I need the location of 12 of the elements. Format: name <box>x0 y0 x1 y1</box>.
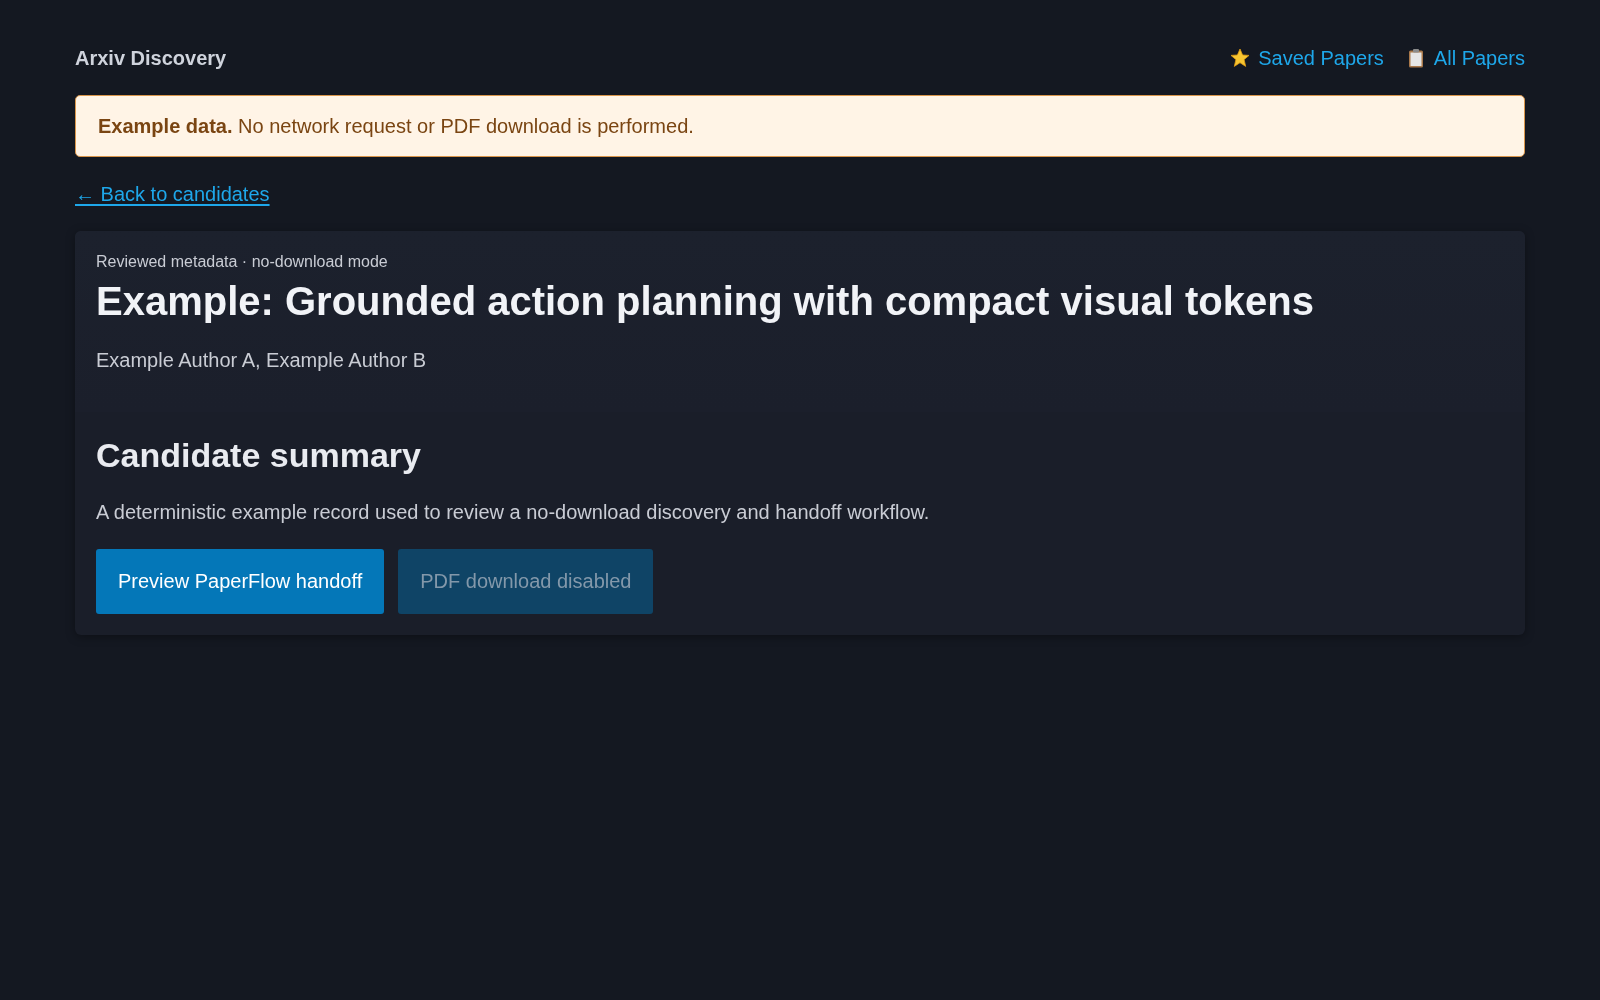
authors-text: Example Author A, Example Author B <box>96 348 428 373</box>
nav-link[interactable]: Saved Papers <box>1230 46 1384 70</box>
notice-text: Example data. No network request or PDF download is performed. <box>98 114 694 138</box>
star-icon <box>1230 48 1251 68</box>
app-title: Arxiv Discovery <box>75 46 227 70</box>
nav-link[interactable]: All Papers <box>1405 46 1525 70</box>
summary-text: A deterministic example record used to review a no-download discovery and handoff workflow. <box>96 500 931 525</box>
paper-title: Example: Grounded action planning with compact visual tokens <box>96 278 1315 325</box>
eyebrow-text: Reviewed metadata · no-download mode <box>96 252 389 272</box>
primary-button[interactable]: Preview PaperFlow handoff <box>96 549 385 614</box>
back-link[interactable]: ← Back to candidates <box>75 182 270 206</box>
section-heading: Candidate summary <box>96 435 422 476</box>
